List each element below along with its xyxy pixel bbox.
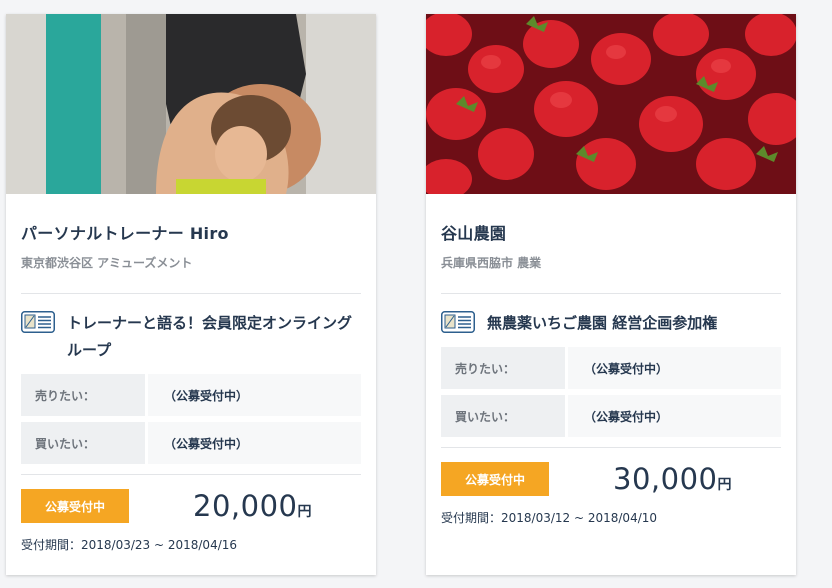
table-row: 売りたい： （公募受付中） xyxy=(441,347,781,389)
document-list-icon xyxy=(21,311,55,333)
divider xyxy=(21,474,361,475)
status-badge: 公募受付中 xyxy=(21,489,129,523)
buy-label: 買いたい： xyxy=(441,395,565,437)
divider xyxy=(21,293,361,294)
strawberry-photo xyxy=(426,14,796,194)
application-period: 受付期間：2018/03/23 ~ 2018/04/16 xyxy=(21,538,238,552)
trade-table: 売りたい： （公募受付中） 買いたい： （公募受付中） xyxy=(441,347,781,437)
offer-item[interactable]: 無農薬いちご農園 経営企画参加権 xyxy=(441,310,781,337)
price-unit: 円 xyxy=(717,477,732,493)
buy-label: 買いたい： xyxy=(21,422,145,464)
buy-value: （公募受付中） xyxy=(148,422,361,464)
table-row: 買いたい： （公募受付中） xyxy=(441,395,781,437)
price: 30,000円 xyxy=(613,462,732,496)
price-unit: 円 xyxy=(297,504,312,520)
sell-value: （公募受付中） xyxy=(148,374,361,416)
sell-label: 売りたい： xyxy=(21,374,145,416)
divider xyxy=(441,447,781,448)
divider xyxy=(441,293,781,294)
sell-label: 売りたい： xyxy=(441,347,565,389)
status-badge: 公募受付中 xyxy=(441,462,549,496)
project-card-taniyama[interactable]: 谷山農園 兵庫県西脇市 農業 無農薬いちご農園 経営企画参加権 売りたい： （公… xyxy=(426,14,796,575)
table-row: 買いたい： （公募受付中） xyxy=(21,422,361,464)
price-line: 公募受付中 20,000円 xyxy=(21,489,361,523)
project-card-hiro[interactable]: パーソナルトレーナー Hiro 東京都渋谷区 アミューズメント トレーナーと語る… xyxy=(6,14,376,575)
card-title[interactable]: 谷山農園 xyxy=(441,220,781,244)
price-value: 30,000 xyxy=(613,462,718,496)
price-line: 公募受付中 30,000円 xyxy=(441,462,781,496)
application-period: 受付期間：2018/03/12 ~ 2018/04/10 xyxy=(441,511,658,525)
card-location-category: 東京都渋谷区 アミューズメント xyxy=(21,256,193,270)
buy-value: （公募受付中） xyxy=(568,395,781,437)
offer-item[interactable]: トレーナーと語る！会員限定オンライングループ xyxy=(21,310,361,364)
offer-title: トレーナーと語る！会員限定オンライングループ xyxy=(67,314,353,359)
trainer-photo xyxy=(6,14,376,194)
table-row: 売りたい： （公募受付中） xyxy=(21,374,361,416)
card-thumbnail-strawberries[interactable] xyxy=(426,14,796,194)
price: 20,000円 xyxy=(193,489,312,523)
document-list-icon xyxy=(441,311,475,333)
sell-value: （公募受付中） xyxy=(568,347,781,389)
trade-table: 売りたい： （公募受付中） 買いたい： （公募受付中） xyxy=(21,374,361,464)
price-value: 20,000 xyxy=(193,489,298,523)
offer-title: 無農薬いちご農園 経営企画参加権 xyxy=(487,314,718,332)
card-location-category: 兵庫県西脇市 農業 xyxy=(441,256,542,270)
card-thumbnail-trainer[interactable] xyxy=(6,14,376,194)
card-title[interactable]: パーソナルトレーナー Hiro xyxy=(21,220,361,244)
